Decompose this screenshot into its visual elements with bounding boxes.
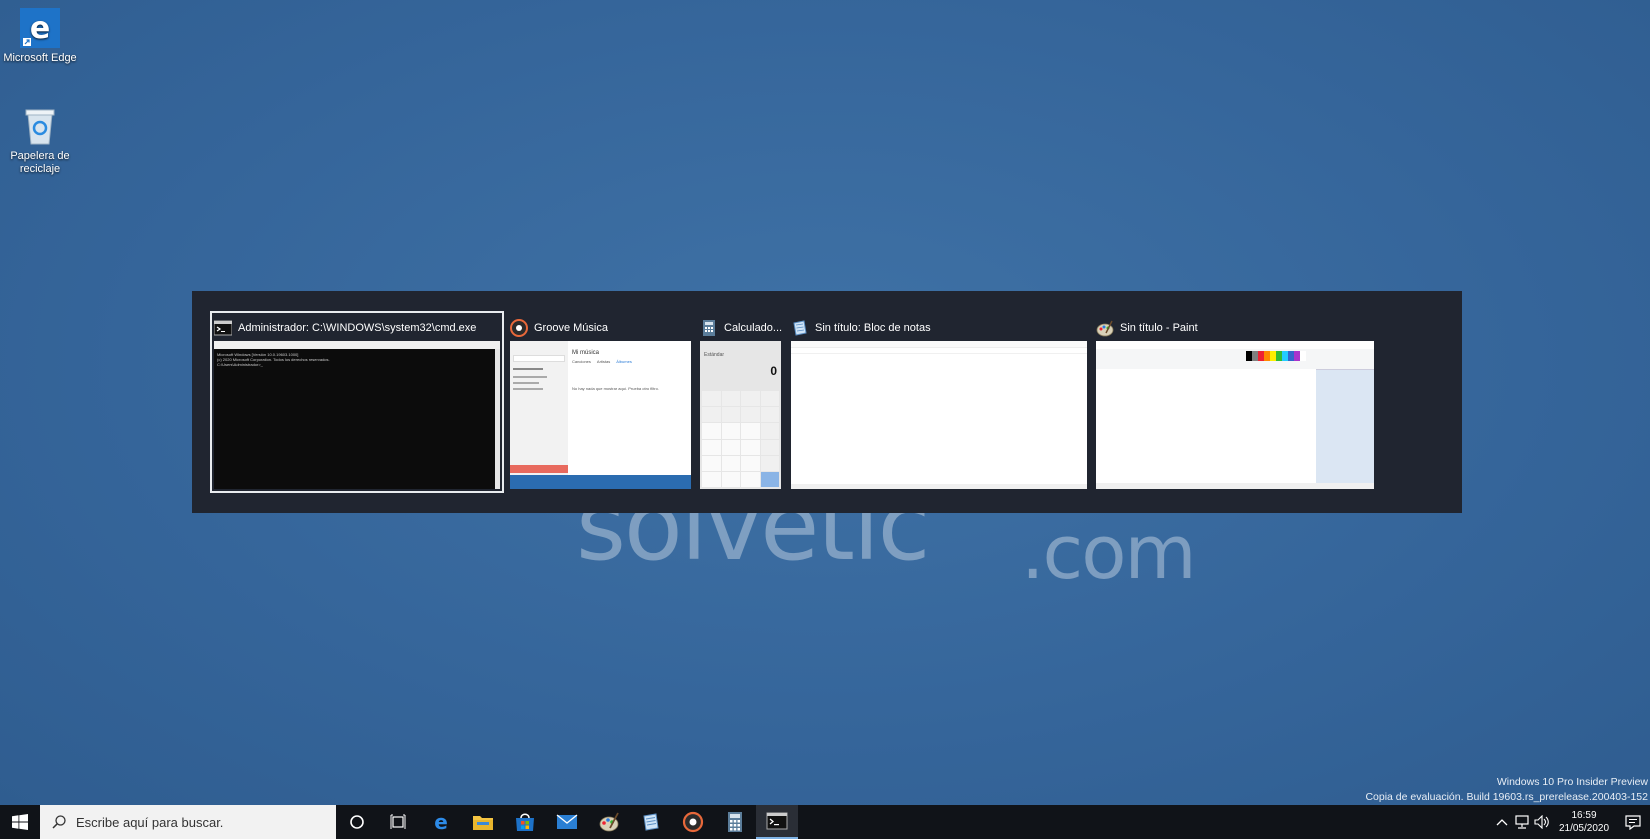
- switcher-window-notepad[interactable]: Sin título: Bloc de notas: [787, 311, 1091, 493]
- task-switcher: Administrador: C:\WINDOWS\system32\cmd.e…: [192, 291, 1462, 513]
- preview-line: C:\Users\Administrador>_: [217, 362, 263, 367]
- desktop-icon-label: Microsoft Edge: [3, 52, 77, 64]
- desktop-icon-recycle-bin[interactable]: Papelera de reciclaje: [0, 106, 82, 176]
- taskbar-store[interactable]: [504, 805, 546, 839]
- groove-icon: [682, 811, 704, 833]
- switcher-window-title: Sin título: Bloc de notas: [815, 322, 931, 334]
- start-button[interactable]: [0, 805, 40, 839]
- os-build-watermark: Windows 10 Pro Insider Preview Copia de …: [1365, 775, 1648, 805]
- chevron-up-icon: [1496, 819, 1508, 826]
- switcher-window-title: Groove Música: [534, 322, 608, 334]
- cmd-icon: [766, 812, 788, 830]
- svg-text:e: e: [434, 811, 448, 833]
- window-preview: Microsoft Windows [Versión 10.0.19603.10…: [214, 341, 500, 489]
- clock-date: 21/05/2020: [1558, 823, 1610, 834]
- taskbar-groove[interactable]: [672, 805, 714, 839]
- desktop-icon-edge[interactable]: e Microsoft Edge: [0, 8, 82, 65]
- network-icon: [1515, 815, 1529, 829]
- notepad-icon: [643, 813, 659, 831]
- edge-icon: e: [20, 8, 60, 48]
- watermark-suffix: .com: [1021, 510, 1197, 596]
- notepad-icon: [793, 320, 807, 336]
- speaker-icon: [1534, 815, 1549, 829]
- paint-icon: [1096, 320, 1114, 337]
- taskbar-mail[interactable]: [546, 805, 588, 839]
- cortana-button[interactable]: [336, 805, 378, 839]
- cortana-icon: [350, 815, 364, 829]
- search-placeholder: Escribe aquí para buscar.: [76, 814, 224, 830]
- file-explorer-icon: [473, 816, 493, 830]
- svg-text:e: e: [30, 11, 50, 46]
- taskbar-cmd[interactable]: [756, 805, 798, 839]
- notification-icon: [1625, 815, 1641, 830]
- window-preview: [791, 341, 1087, 489]
- search-icon: [52, 815, 66, 829]
- preview-mode: Estándar: [704, 352, 725, 358]
- window-preview: [1096, 341, 1374, 489]
- calculator-icon: [728, 812, 742, 832]
- switcher-window-groove[interactable]: Groove Música Mi música Canciones Artist…: [506, 311, 695, 493]
- taskbar-file-explorer[interactable]: [462, 805, 504, 839]
- switcher-window-title: Calculado...: [724, 322, 783, 334]
- mail-icon: [556, 814, 578, 829]
- clock-time: 16:59: [1571, 810, 1597, 821]
- switcher-window-cmd[interactable]: Administrador: C:\WINDOWS\system32\cmd.e…: [210, 311, 504, 493]
- taskbar-edge[interactable]: e: [420, 805, 462, 839]
- switcher-window-paint[interactable]: Sin título - Paint: [1092, 311, 1378, 493]
- edge-icon: e: [434, 811, 448, 833]
- switcher-window-title: Sin título - Paint: [1120, 322, 1198, 334]
- task-view-icon: [390, 814, 406, 829]
- system-tray: 16:59 21/05/2020: [1492, 805, 1650, 839]
- preview-tab: Álbumes: [616, 359, 632, 364]
- show-hidden-icons-button[interactable]: [1492, 818, 1512, 826]
- preview-body: No hay nada que mostrar aquí. Prueba otr…: [572, 386, 659, 391]
- notifications-button[interactable]: [1616, 814, 1650, 830]
- cmd-icon: [214, 320, 232, 336]
- clock[interactable]: 16:59 21/05/2020: [1552, 809, 1616, 835]
- network-button[interactable]: [1512, 815, 1532, 829]
- switcher-window-title: Administrador: C:\WINDOWS\system32\cmd.e…: [238, 322, 477, 334]
- preview-heading: Mi música: [572, 350, 600, 356]
- desktop-icon-label: Papelera de reciclaje: [10, 150, 70, 175]
- preview-tab: Canciones: [572, 359, 591, 364]
- os-build: Copia de evaluación. Build 19603.rs_prer…: [1365, 791, 1648, 803]
- store-icon: [516, 813, 534, 831]
- groove-icon: [510, 319, 528, 337]
- task-view-button[interactable]: [378, 805, 420, 839]
- preview-tab: Artistas: [596, 359, 611, 364]
- recycle-bin-icon: [25, 109, 55, 145]
- windows-logo-icon: [12, 814, 28, 830]
- paint-icon: [599, 812, 619, 832]
- taskbar: Escribe aquí para buscar. e 16:59 21/05/…: [0, 805, 1650, 839]
- calculator-icon: [703, 320, 715, 336]
- volume-button[interactable]: [1532, 815, 1552, 829]
- taskbar-calculator[interactable]: [714, 805, 756, 839]
- window-preview: Estándar 0: [700, 341, 781, 489]
- preview-display: 0: [770, 364, 777, 378]
- taskbar-paint[interactable]: [588, 805, 630, 839]
- taskbar-notepad[interactable]: [630, 805, 672, 839]
- switcher-window-calculator[interactable]: Calculado... Estándar 0: [696, 311, 785, 493]
- search-input[interactable]: Escribe aquí para buscar.: [40, 805, 336, 839]
- os-edition: Windows 10 Pro Insider Preview: [1496, 776, 1648, 788]
- window-preview: Mi música Canciones Artistas Álbumes No …: [510, 341, 691, 489]
